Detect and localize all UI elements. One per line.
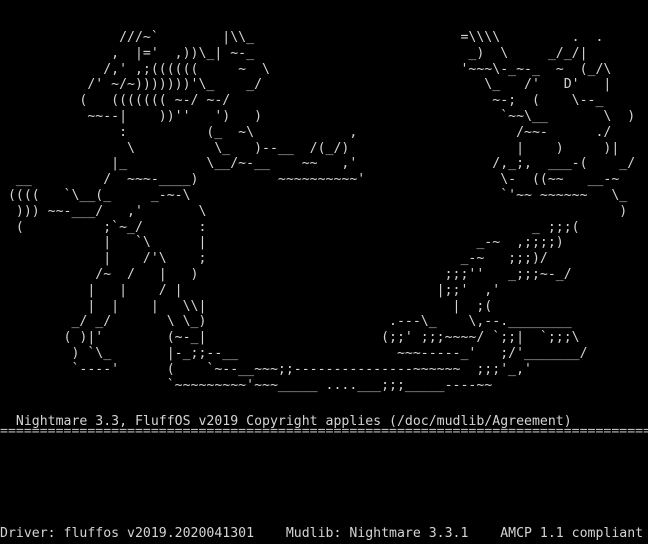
driver-status-line: Driver: fluffos v2019.2020041301 Mudlib:…	[0, 526, 644, 541]
terminal-window[interactable]: ///~` |\\_ =\\\\ . . , |=' ,))\_| ~-_ _)…	[0, 0, 648, 544]
ascii-art-logo: ///~` |\\_ =\\\\ . . , |=' ,))\_| ~-_ _)…	[7, 30, 636, 393]
divider-line: ========================================…	[0, 424, 648, 439]
